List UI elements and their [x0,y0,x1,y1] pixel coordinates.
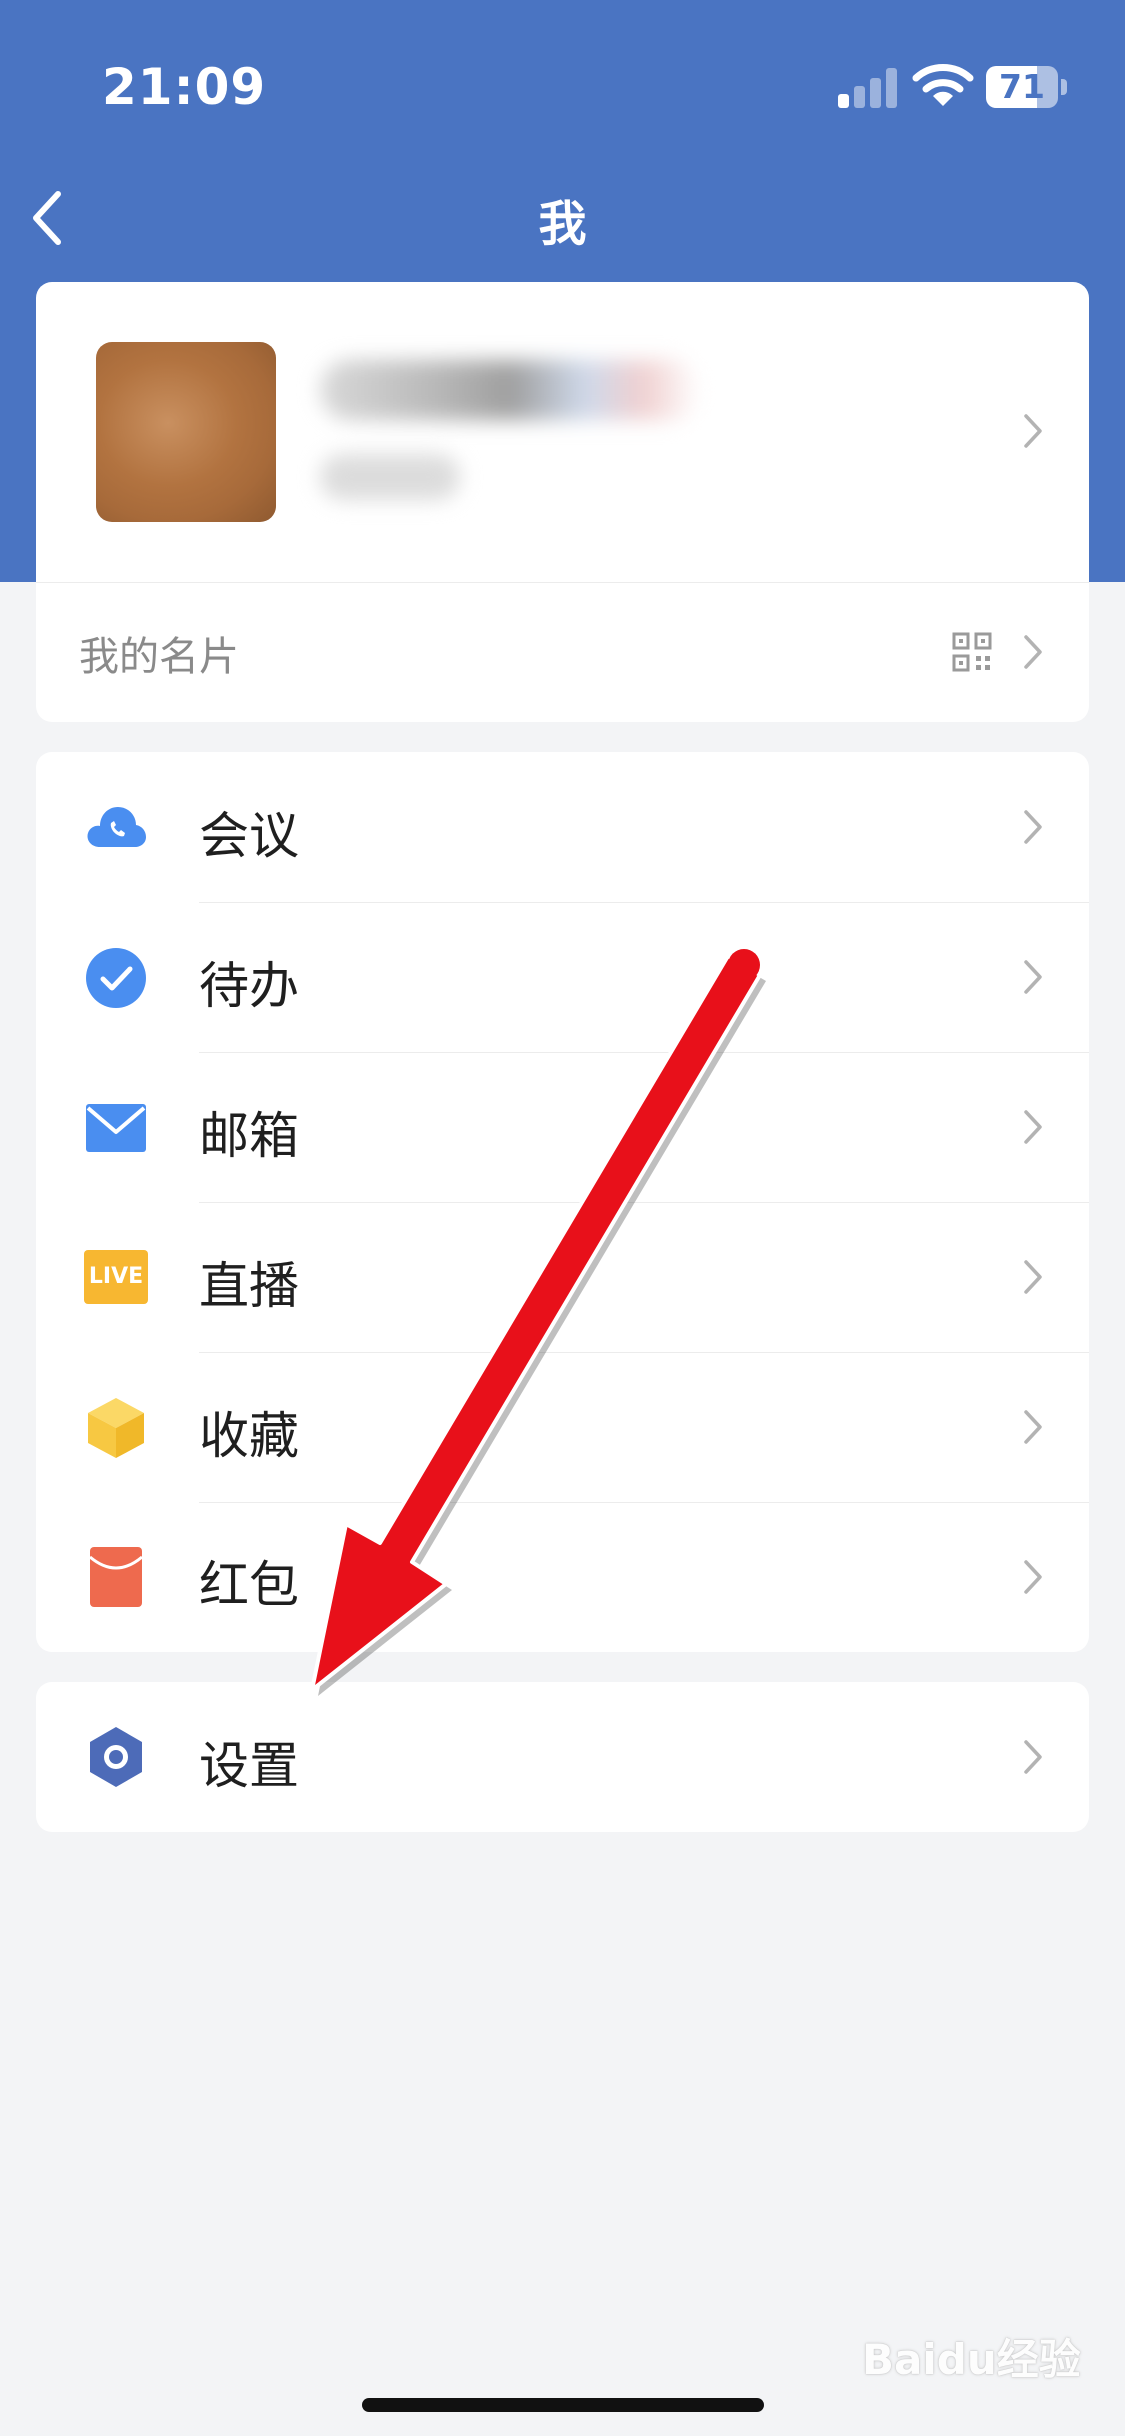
menu-item-meeting[interactable] [36,752,1089,902]
menu-item-red-envelope[interactable] [36,1503,1089,1652]
check-circle-icon [86,948,146,1008]
cloud-phone-icon [87,807,146,847]
mail-icon [86,1104,146,1152]
live-icon-text: LIVE [88,1264,144,1289]
red-envelope-icon [89,1547,143,1607]
menu-item-label: 直播 [199,1257,299,1315]
qr-code-icon [952,632,992,672]
avatar [96,342,276,522]
menu-item-label: 设置 [199,1737,299,1795]
cellular-signal-icon [838,64,898,108]
chevron-right-icon [1024,1410,1042,1444]
chevron-right-icon [1024,1110,1042,1144]
menu-item-label: 会议 [199,807,299,865]
watermark: Baidu经验 [862,2335,1081,2384]
battery-level: 71 [999,67,1045,106]
menu-item-label: 邮箱 [199,1107,299,1165]
chevron-right-icon [1024,810,1042,844]
chevron-right-icon [1024,1740,1042,1774]
hexagon-settings-icon [90,1727,142,1787]
page-title: 我 [538,196,587,252]
battery-icon: 71 [986,66,1068,110]
chevron-right-icon [1024,414,1042,448]
menu-item-live[interactable] [36,1203,1089,1353]
menu-item-mailbox[interactable] [36,1053,1089,1203]
box-icon [88,1398,144,1458]
menu-item-label: 收藏 [199,1407,299,1465]
live-icon: LIVE [84,1250,148,1304]
status-time: 21:09 [102,58,267,116]
chevron-right-icon [1024,960,1042,994]
chevron-right-icon [1024,635,1042,669]
menu-item-label: 待办 [199,957,299,1015]
menu-item-favorites[interactable] [36,1353,1089,1503]
menu-item-todo[interactable] [36,903,1089,1053]
chevron-right-icon [1024,1260,1042,1294]
my-card-label: 我的名片 [79,634,239,680]
wifi-icon [912,64,974,106]
chevron-right-icon [1024,1560,1042,1594]
menu-item-settings[interactable] [36,1682,1089,1832]
profile-name-blurred [320,360,700,420]
profile-subtitle-blurred [320,454,460,500]
home-indicator [362,2398,764,2412]
menu-item-label: 红包 [199,1556,299,1614]
